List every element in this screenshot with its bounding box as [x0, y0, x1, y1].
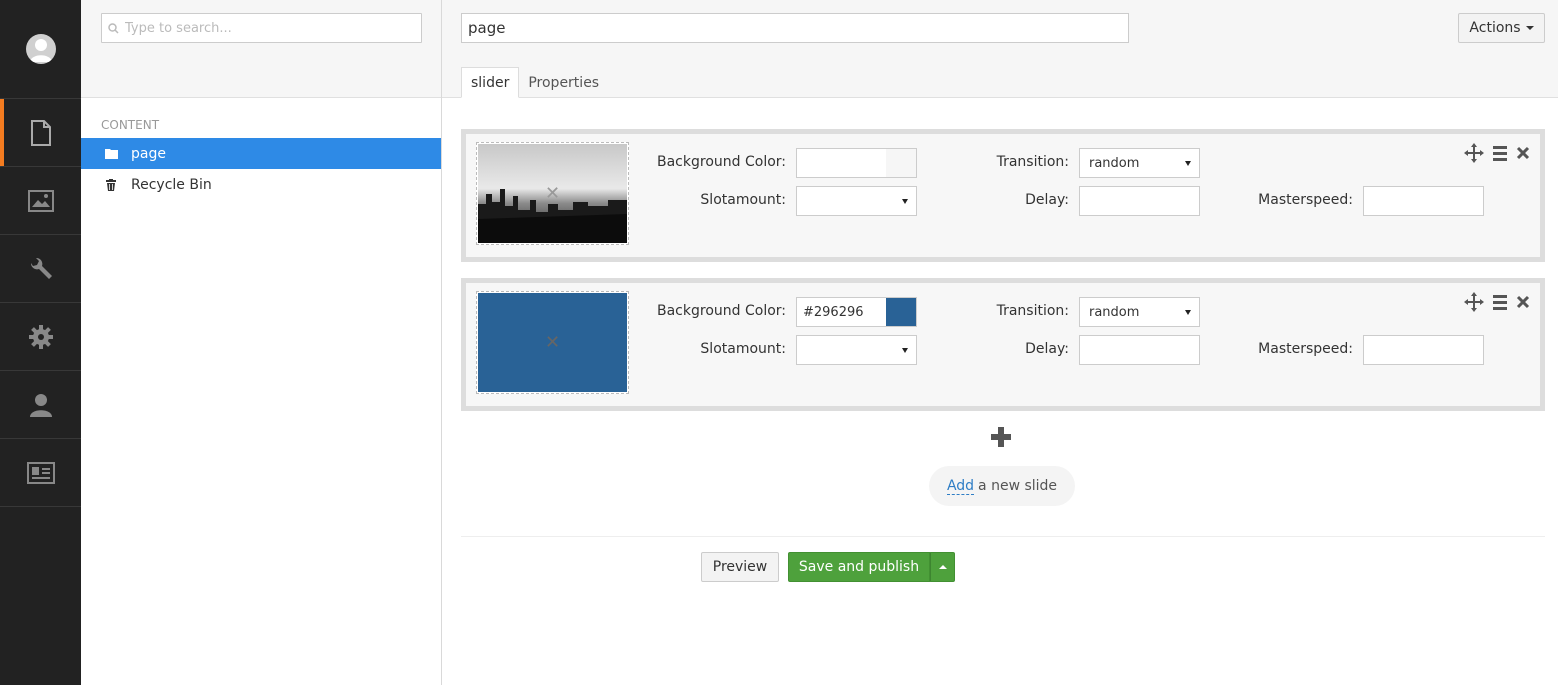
delay-input[interactable]	[1079, 186, 1200, 216]
slide-tools	[1464, 292, 1530, 312]
tab-slider[interactable]: slider	[461, 67, 520, 98]
actions-button-label: Actions	[1469, 20, 1521, 36]
tree-search-input[interactable]	[125, 20, 405, 36]
masterspeed-input[interactable]	[1363, 186, 1484, 216]
masterspeed-input[interactable]	[1363, 335, 1484, 365]
tree-item-page[interactable]: page	[81, 138, 441, 169]
slotamount-select[interactable]	[796, 335, 917, 365]
divider	[461, 536, 1545, 537]
editor-header: Actions slider Properties	[442, 0, 1558, 98]
document-icon	[30, 119, 51, 146]
background-color-label: Background Color:	[657, 303, 786, 319]
actions-button[interactable]: Actions	[1458, 13, 1545, 43]
wrench-icon	[30, 257, 52, 279]
gear-icon	[28, 324, 53, 349]
nav-item-media[interactable]	[0, 167, 81, 235]
add-slide-link[interactable]: Add	[946, 478, 975, 495]
menu-icon[interactable]	[1493, 294, 1507, 310]
plus-icon[interactable]	[990, 426, 1012, 452]
editor-main: Actions slider Properties	[442, 0, 1558, 685]
user-avatar-icon	[29, 39, 52, 62]
tab-properties[interactable]: Properties	[519, 67, 608, 98]
tree-section-label: CONTENT	[101, 118, 160, 132]
menu-icon[interactable]	[1493, 145, 1507, 161]
transition-label: Transition:	[996, 154, 1069, 170]
close-icon[interactable]	[1516, 146, 1530, 160]
tree-header	[81, 0, 441, 98]
slotamount-select[interactable]	[796, 186, 917, 216]
add-slide-text: a new slide	[978, 478, 1058, 494]
preview-button[interactable]: Preview	[701, 552, 779, 582]
content-tree-panel: CONTENT page Recycle Bin	[81, 0, 442, 685]
slotamount-label: Slotamount:	[700, 341, 786, 357]
slotamount-label: Slotamount:	[700, 192, 786, 208]
remove-image-icon[interactable]: ✕	[477, 292, 628, 393]
slide-item: ✕ Background Color: Transition: random S…	[461, 278, 1545, 411]
folder-icon	[104, 147, 118, 161]
nav-item-settings[interactable]	[0, 235, 81, 303]
masterspeed-label: Masterspeed:	[1258, 192, 1353, 208]
tree-item-label: page	[131, 145, 166, 162]
background-color-input[interactable]	[796, 297, 887, 327]
masterspeed-label: Masterspeed:	[1258, 341, 1353, 357]
slide-item: ✕ Background Color: Transition: random S…	[461, 129, 1545, 262]
search-icon	[108, 22, 119, 34]
dropdown-arrow-icon	[1185, 161, 1191, 166]
slide-tools	[1464, 143, 1530, 163]
close-icon[interactable]	[1516, 295, 1530, 309]
nav-item-members[interactable]	[0, 439, 81, 507]
move-icon[interactable]	[1464, 292, 1484, 312]
slide-image-thumbnail[interactable]: ✕	[476, 142, 629, 245]
background-color-input[interactable]	[796, 148, 887, 178]
nav-item-content[interactable]	[0, 99, 81, 167]
delay-label: Delay:	[1025, 192, 1069, 208]
transition-label: Transition:	[996, 303, 1069, 319]
delay-label: Delay:	[1025, 341, 1069, 357]
nav-item-developer[interactable]	[0, 303, 81, 371]
tree-item-recycle-bin[interactable]: Recycle Bin	[81, 169, 441, 200]
background-color-label: Background Color:	[657, 154, 786, 170]
slide-image-thumbnail[interactable]: ✕	[476, 291, 629, 394]
caret-up-icon	[938, 565, 947, 569]
dropdown-arrow-icon	[1185, 310, 1191, 315]
image-icon	[27, 189, 54, 212]
trash-icon	[104, 178, 118, 192]
tree-search-box[interactable]	[101, 13, 422, 43]
id-card-icon	[26, 461, 55, 484]
main-navigation	[0, 0, 81, 685]
caret-down-icon	[1525, 26, 1534, 30]
dropdown-arrow-icon	[902, 199, 908, 204]
color-swatch[interactable]	[886, 148, 917, 178]
avatar-area	[0, 0, 81, 99]
transition-select[interactable]: random	[1079, 148, 1200, 178]
editor-tabs: slider Properties	[461, 67, 608, 98]
transition-select[interactable]: random	[1079, 297, 1200, 327]
user-icon	[29, 393, 52, 417]
avatar[interactable]	[25, 34, 56, 64]
color-swatch[interactable]	[886, 297, 917, 327]
tree-item-label: Recycle Bin	[131, 176, 212, 193]
save-options-toggle[interactable]	[930, 552, 955, 582]
dropdown-arrow-icon	[902, 348, 908, 353]
save-and-publish-button[interactable]: Save and publish	[788, 552, 930, 582]
nav-item-users[interactable]	[0, 371, 81, 439]
remove-image-icon[interactable]: ✕	[477, 143, 628, 244]
add-slide-prompt: Add a new slide	[929, 466, 1075, 506]
transition-value: random	[1089, 304, 1140, 320]
delay-input[interactable]	[1079, 335, 1200, 365]
node-name-input[interactable]	[461, 13, 1129, 43]
transition-value: random	[1089, 155, 1140, 171]
move-icon[interactable]	[1464, 143, 1484, 163]
